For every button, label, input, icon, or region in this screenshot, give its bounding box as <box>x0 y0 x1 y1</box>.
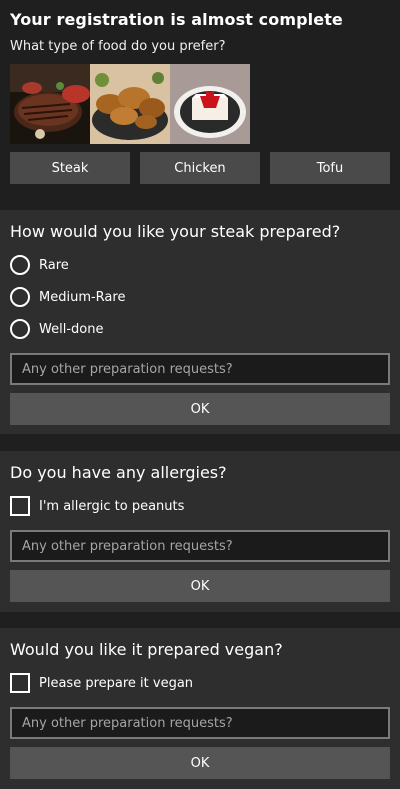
radio-option-well-done[interactable]: Well-done <box>10 319 103 339</box>
checkbox-label: Please prepare it vegan <box>39 675 194 691</box>
vegan-requests-input[interactable] <box>10 707 390 739</box>
steak-preparation-title: How would you like your steak prepared? <box>10 222 341 241</box>
tofu-image[interactable] <box>170 64 250 144</box>
steak-image[interactable] <box>10 64 90 144</box>
radio-label: Medium-Rare <box>39 289 126 305</box>
radio-button[interactable] <box>10 319 30 339</box>
chicken-image[interactable] <box>90 64 170 144</box>
food-preference-question: What type of food do you prefer? <box>10 39 226 54</box>
vegan-ok-button[interactable]: OK <box>10 747 390 779</box>
allergy-ok-button[interactable]: OK <box>10 570 390 602</box>
radio-button[interactable] <box>10 255 30 275</box>
steak-preparation-panel: How would you like your steak prepared? … <box>0 210 400 434</box>
peanut-allergy-checkbox[interactable] <box>10 496 30 516</box>
allergy-panel: Do you have any allergies? I'm allergic … <box>0 451 400 612</box>
vegan-checkbox[interactable] <box>10 673 30 693</box>
radio-button[interactable] <box>10 287 30 307</box>
steak-requests-input[interactable] <box>10 353 390 385</box>
chicken-button[interactable]: Chicken <box>140 152 260 184</box>
peanut-allergy-option[interactable]: I'm allergic to peanuts <box>10 496 184 516</box>
vegan-title: Would you like it prepared vegan? <box>10 640 283 659</box>
checkbox-label: I'm allergic to peanuts <box>39 498 185 514</box>
steak-button[interactable]: Steak <box>10 152 130 184</box>
radio-option-rare[interactable]: Rare <box>10 255 69 275</box>
radio-label: Rare <box>39 257 69 273</box>
tofu-button[interactable]: Tofu <box>270 152 390 184</box>
allergy-title: Do you have any allergies? <box>10 463 227 482</box>
page-title: Your registration is almost complete <box>10 10 343 29</box>
radio-label: Well-done <box>39 321 104 337</box>
radio-option-medium-rare[interactable]: Medium-Rare <box>10 287 125 307</box>
vegan-panel: Would you like it prepared vegan? Please… <box>0 628 400 789</box>
steak-ok-button[interactable]: OK <box>10 393 390 425</box>
registration-header: Your registration is almost complete Wha… <box>0 0 400 196</box>
allergy-requests-input[interactable] <box>10 530 390 562</box>
vegan-option[interactable]: Please prepare it vegan <box>10 673 193 693</box>
